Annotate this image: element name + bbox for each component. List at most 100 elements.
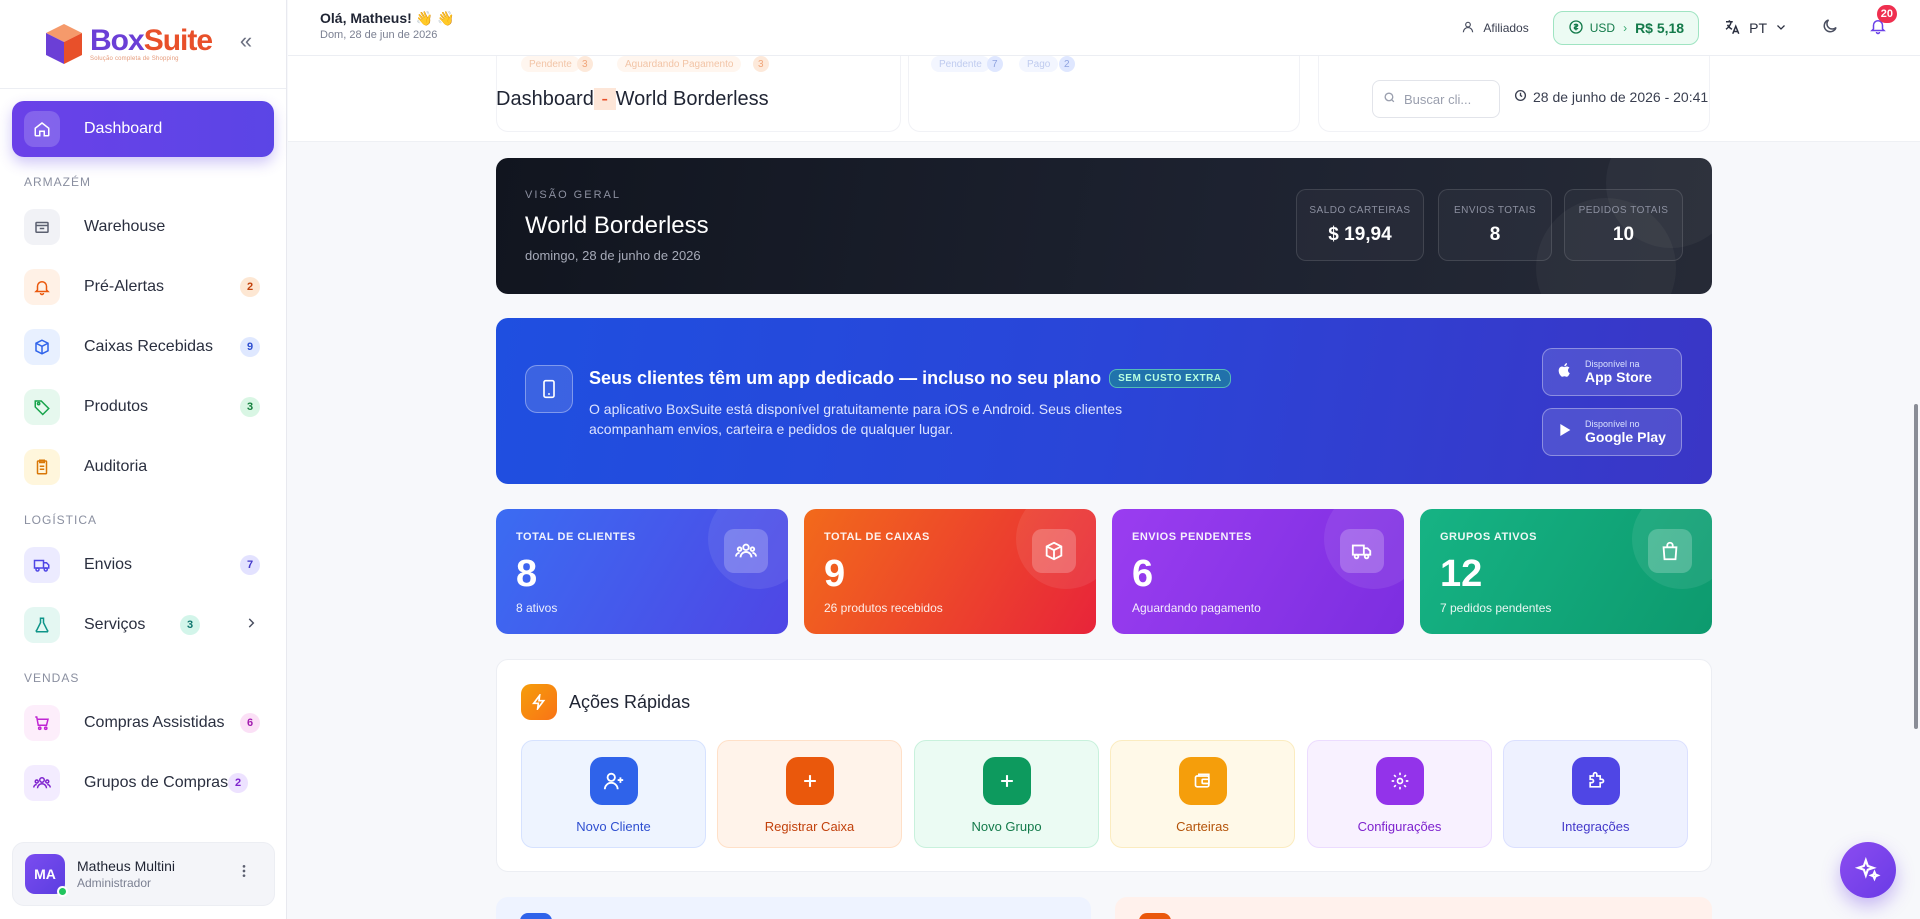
sidebar-item-pre-alertas[interactable]: Pré-Alertas 2 <box>12 259 274 315</box>
google-play-small-text: Disponível no <box>1585 419 1640 429</box>
sidebar-nav: Dashboard ARMAZÉM Warehouse Pré-Alertas … <box>0 89 286 811</box>
sidebar-item-label: Warehouse <box>84 218 166 235</box>
sidebar-badge: 2 <box>240 277 260 297</box>
more-vertical-icon[interactable] <box>236 863 252 884</box>
app-store-button[interactable]: Disponível na App Store <box>1542 348 1682 396</box>
coin-icon <box>1568 19 1584 38</box>
quick-action-label: Novo Cliente <box>576 819 651 834</box>
quick-action-novo-cliente[interactable]: Novo Cliente <box>521 740 706 848</box>
user-info: Matheus Multini Administrador <box>77 858 175 890</box>
hero-stat-value: 10 <box>1612 224 1635 245</box>
top-header: Olá, Matheus! 👋 👋 Dom, 28 de jun de 2026… <box>288 0 1920 56</box>
smartphone-icon <box>525 365 573 413</box>
ghost-chip: Pago <box>1019 56 1059 72</box>
section-label-armazem: ARMAZÉM <box>24 175 91 189</box>
sidebar-item-grupos-de-compras[interactable]: Grupos de Compras 2 <box>12 755 274 811</box>
sidebar-item-servicos[interactable]: Serviços 3 <box>12 597 274 653</box>
ghost-chip: Aguardando Pagamento <box>617 56 742 72</box>
apple-icon <box>1557 361 1573 384</box>
sidebar-item-compras-assistidas[interactable]: Compras Assistidas 6 <box>12 695 274 751</box>
dark-mode-toggle-moon-icon[interactable] <box>1821 17 1839 40</box>
quick-action-label: Configurações <box>1357 819 1442 834</box>
logo-name-part2: Suite <box>143 24 213 57</box>
ghost-chip: 3 <box>753 56 769 72</box>
stat-card-total-caixas[interactable]: TOTAL DE CAIXAS 9 26 produtos recebidos <box>804 509 1096 634</box>
notifications-count-badge: 20 <box>1876 4 1897 23</box>
notifications-bell-icon[interactable]: 20 <box>1869 4 1897 40</box>
hero-stat-label: ENVIOS TOTAIS <box>1453 205 1537 216</box>
app-store-small-text: Disponível na <box>1585 359 1640 369</box>
sidebar-item-produtos[interactable]: Produtos 3 <box>12 379 274 435</box>
quick-actions-header: Ações Rápidas <box>521 684 690 720</box>
collapse-sidebar-button[interactable]: « <box>234 30 258 55</box>
hero-stat-value: $ 19,94 <box>1328 224 1392 245</box>
play-icon <box>1557 421 1573 444</box>
stat-subtitle: 8 ativos <box>516 601 558 615</box>
hero-stat-label: PEDIDOS TOTAIS <box>1578 205 1669 216</box>
section-label-vendas: VENDAS <box>24 671 80 685</box>
puzzle-icon <box>1571 757 1620 805</box>
sidebar-item-auditoria[interactable]: Auditoria <box>12 439 274 495</box>
bell-icon <box>24 269 60 305</box>
free-badge: SEM CUSTO EXTRA <box>1109 369 1231 388</box>
page-title-prefix: Dashboard <box>496 88 594 110</box>
stat-subtitle: Aguardando pagamento <box>1132 601 1261 615</box>
avatar-initials: MA <box>34 866 56 882</box>
sidebar-item-label: Grupos de Compras <box>84 774 229 791</box>
sidebar-badge: 2 <box>228 773 248 793</box>
quick-action-integracoes[interactable]: Integrações <box>1503 740 1688 848</box>
users-icon <box>24 765 60 801</box>
stat-card-envios-pendentes[interactable]: ENVIOS PENDENTES 6 Aguardando pagamento <box>1112 509 1404 634</box>
box-icon <box>1032 529 1076 573</box>
truck-icon <box>1340 529 1384 573</box>
app-banner-title: Seus clientes têm um app dedicado — incl… <box>589 368 1231 389</box>
exchange-rate-pill[interactable]: USD › R$ 5,18 <box>1552 11 1700 45</box>
lightning-icon <box>521 684 557 720</box>
sidebar-item-dashboard[interactable]: Dashboard <box>12 101 274 157</box>
avatar: MA <box>25 854 68 897</box>
affiliates-link[interactable]: Afiliados <box>1461 20 1529 37</box>
quick-action-label: Carteiras <box>1176 819 1229 834</box>
stat-label: ENVIOS PENDENTES <box>1132 531 1252 543</box>
hero-title: World Borderless <box>525 212 709 239</box>
hero-stat-value: 8 <box>1489 224 1501 245</box>
bottom-card-icon <box>1139 913 1171 919</box>
quick-action-novo-grupo[interactable]: Novo Grupo <box>914 740 1099 848</box>
bottom-card-left <box>496 897 1091 919</box>
sidebar-item-warehouse[interactable]: Warehouse <box>12 199 274 255</box>
sidebar-badge: 9 <box>240 337 260 357</box>
sidebar-badge: 6 <box>240 713 260 733</box>
sidebar-item-envios[interactable]: Envios 7 <box>12 537 274 593</box>
sidebar-item-label: Serviços <box>84 616 146 633</box>
quick-action-carteiras[interactable]: Carteiras <box>1110 740 1295 848</box>
language-selector[interactable]: PT <box>1723 18 1787 39</box>
ai-assistant-sparkle-button[interactable] <box>1840 842 1896 898</box>
quick-action-label: Registrar Caixa <box>764 819 855 834</box>
ghost-chip: Pendente <box>521 56 580 72</box>
client-search-input[interactable]: Buscar cli... <box>1372 80 1500 118</box>
stat-card-total-clientes[interactable]: TOTAL DE CLIENTES 8 8 ativos <box>496 509 788 634</box>
sidebar-badge: 3 <box>240 397 260 417</box>
sidebar-item-label: Produtos <box>84 398 149 415</box>
clock-icon <box>1514 89 1527 105</box>
quick-action-registrar-caixa[interactable]: Registrar Caixa <box>717 740 902 848</box>
wallet-icon <box>1178 757 1227 805</box>
gear-icon <box>1375 757 1424 805</box>
chevron-right-icon[interactable] <box>244 616 258 635</box>
user-card[interactable]: MA Matheus Multini Administrador <box>12 842 275 906</box>
currency-code: USD <box>1589 21 1616 35</box>
page-scrollbar[interactable] <box>1914 404 1918 729</box>
warehouse-icon <box>24 209 60 245</box>
header-date: Dom, 28 de jun de 2026 <box>320 29 438 41</box>
stat-card-grupos-ativos[interactable]: GRUPOS ATIVOS 12 7 pedidos pendentes <box>1420 509 1712 634</box>
hero-stat-saldo: SALDO CARTEIRAS $ 19,94 <box>1296 189 1424 261</box>
google-play-button[interactable]: Disponível no Google Play <box>1542 408 1682 456</box>
stat-value: 6 <box>1132 553 1154 595</box>
exchange-rate-value: R$ 5,18 <box>1635 20 1685 36</box>
flask-icon <box>24 607 60 643</box>
page-title: Dashboard - World Borderless <box>496 88 769 111</box>
box-icon <box>24 329 60 365</box>
quick-action-configuracoes[interactable]: Configurações <box>1307 740 1492 848</box>
sidebar-item-caixas-recebidas[interactable]: Caixas Recebidas 9 <box>12 319 274 375</box>
ghost-card: Pendente 7 Pago 2 <box>908 56 1300 132</box>
